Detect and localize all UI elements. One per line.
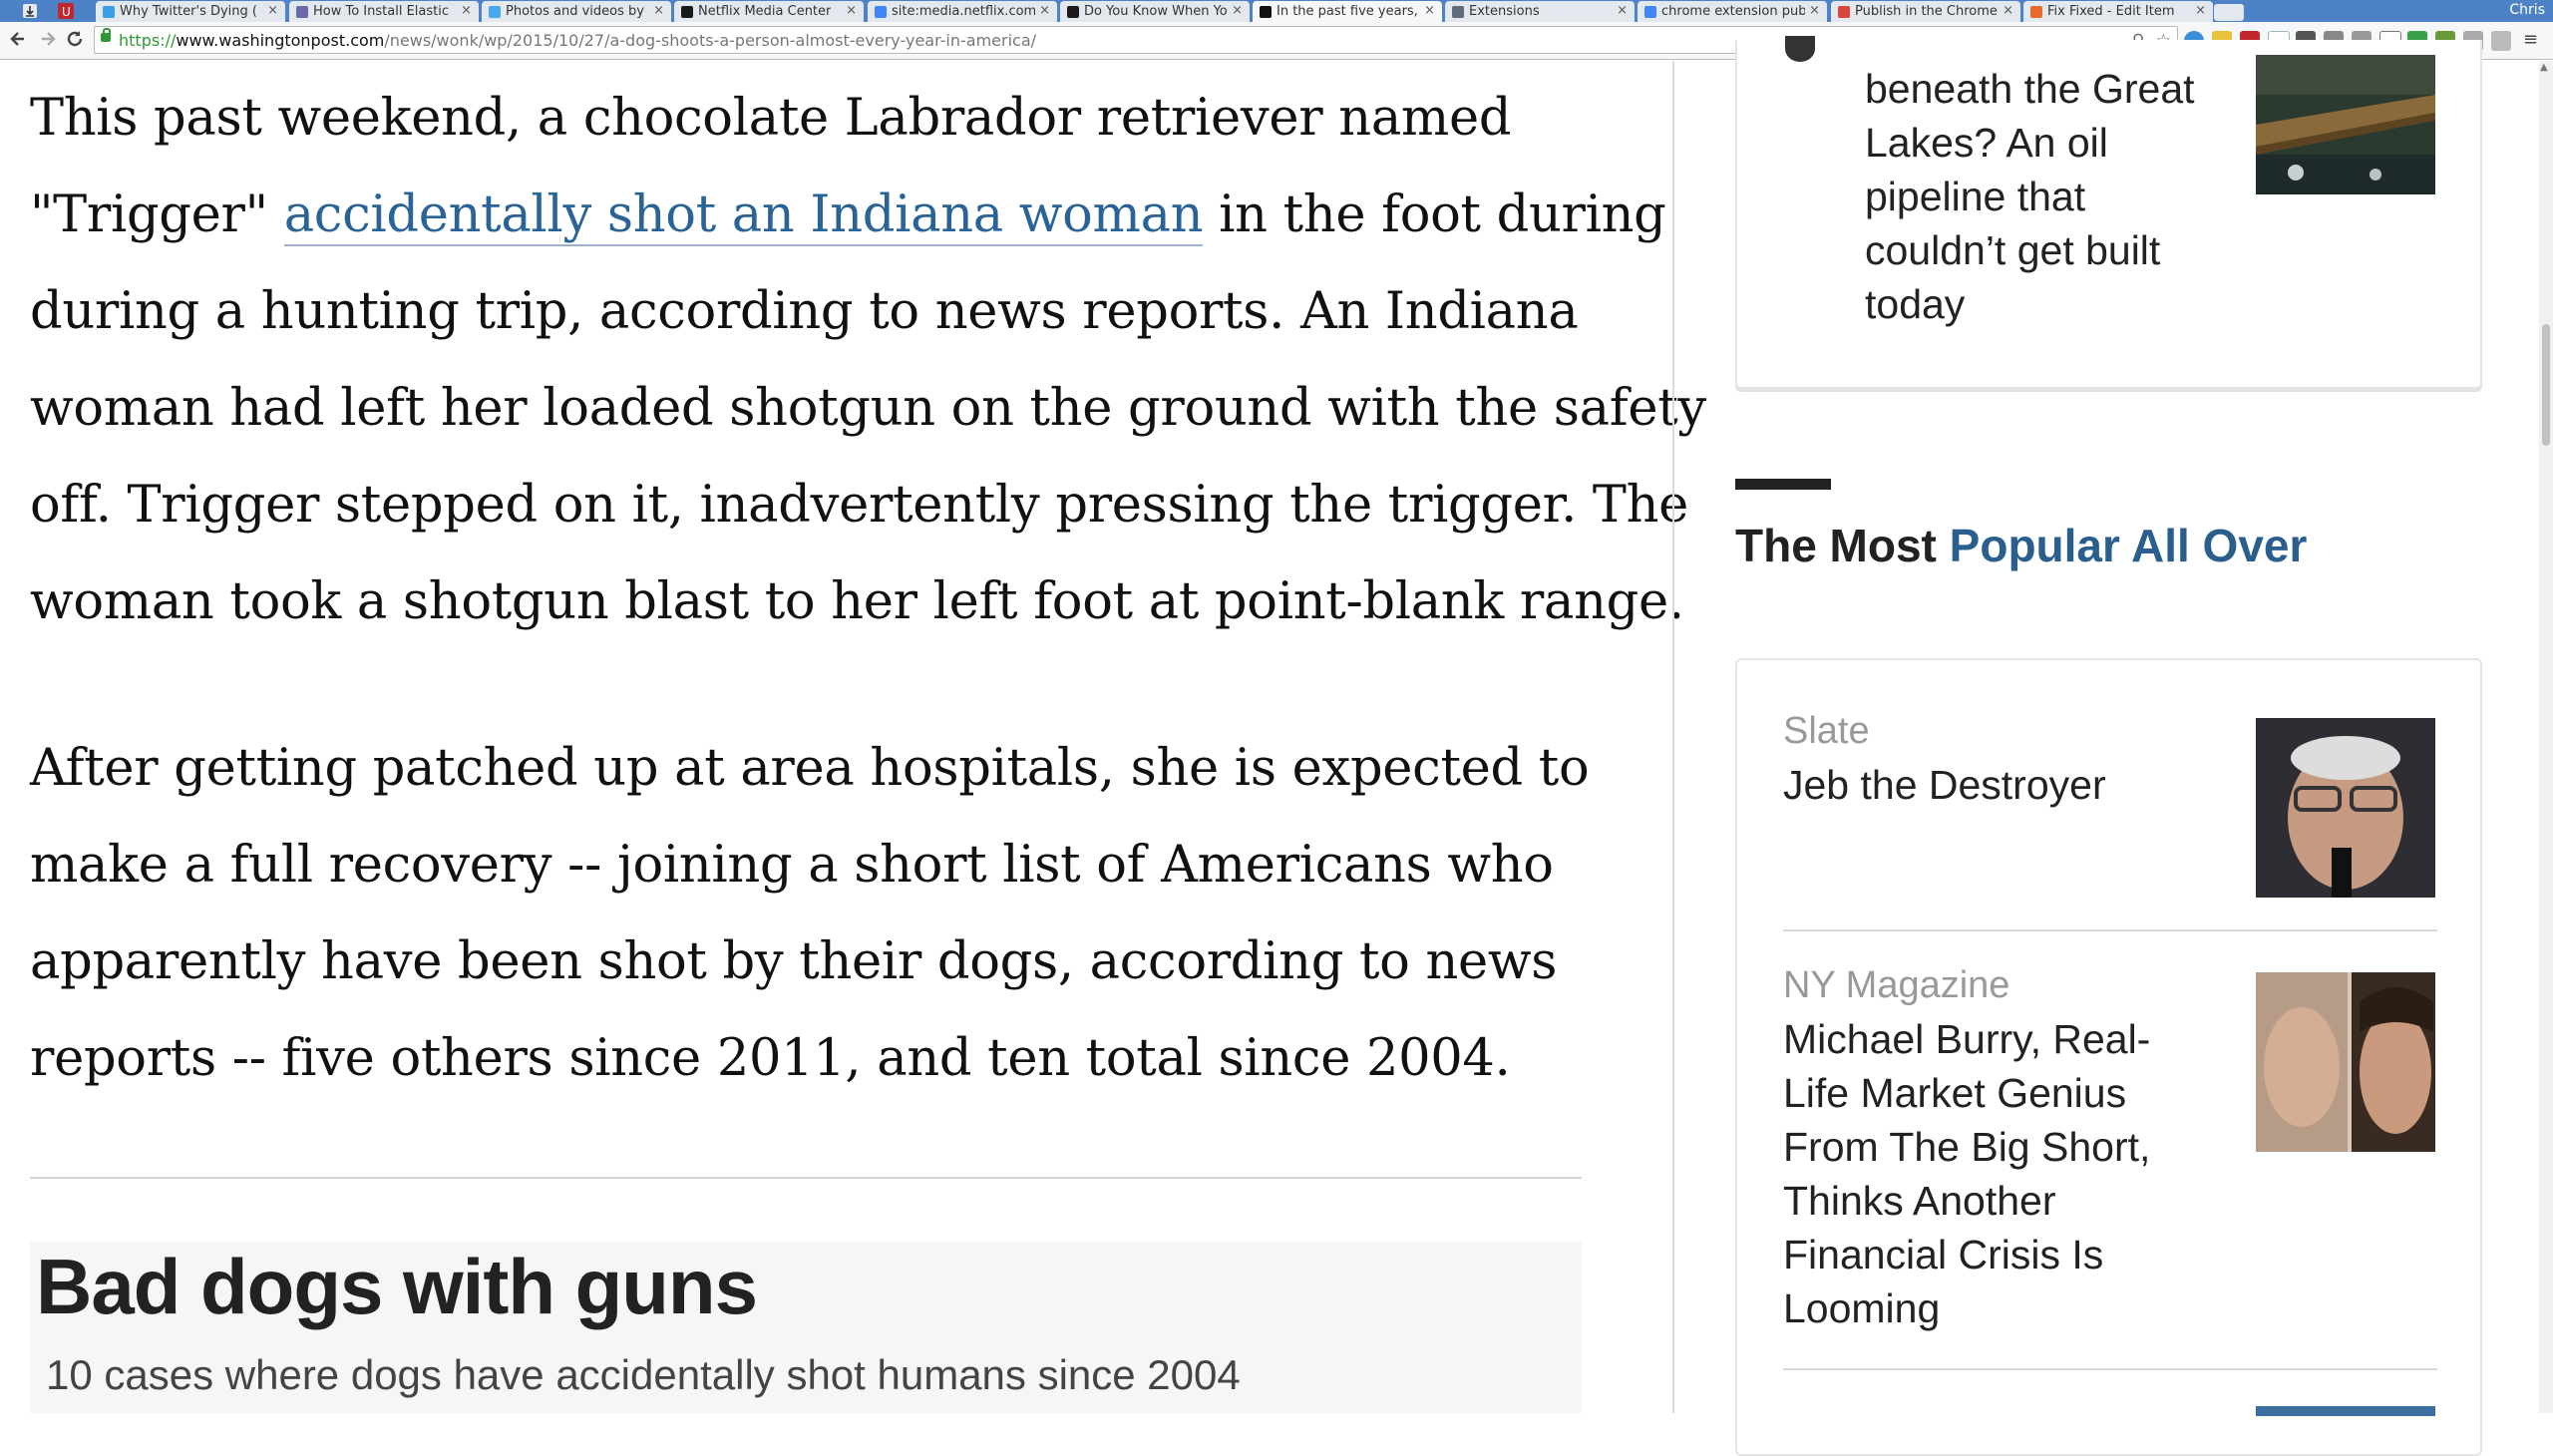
- article-link[interactable]: accidentally shot an Indiana woman: [283, 185, 1204, 246]
- tab-strip: U Why Twitter's Dying (× How To Install E…: [0, 0, 2553, 22]
- url-text[interactable]: https://www.washingtonpost.com/news/wonk…: [119, 31, 1036, 50]
- tab-favicon-icon: [1452, 6, 1464, 18]
- burry-thumbnail[interactable]: [2256, 972, 2435, 1152]
- browser-tab[interactable]: chrome extension pub ×: [1638, 1, 1827, 22]
- tab-favicon-icon: [1838, 6, 1850, 18]
- profile-name[interactable]: Chris: [2509, 2, 2545, 18]
- article-body: This past weekend, a chocolate Labrador …: [30, 70, 1706, 1107]
- tab-close-icon[interactable]: ×: [1039, 3, 1050, 18]
- lock-icon: [101, 28, 111, 42]
- tab-close-icon[interactable]: ×: [1424, 3, 1435, 18]
- browser-tab[interactable]: In the past five years, ×: [1253, 1, 1442, 22]
- scrollbar-thumb[interactable]: [2542, 324, 2550, 446]
- tab-title: chrome extension pub: [1661, 4, 1805, 19]
- ublock-icon[interactable]: U: [56, 2, 78, 22]
- new-tab-button[interactable]: [2214, 4, 2244, 21]
- tab-close-icon[interactable]: ×: [267, 3, 278, 18]
- browser-tab[interactable]: Photos and videos by ×: [482, 1, 671, 22]
- svg-text:U: U: [62, 5, 71, 19]
- browser-tab[interactable]: Publish in the Chrome ×: [1831, 1, 2020, 22]
- column-divider: [1672, 61, 1674, 1413]
- vertical-scrollbar[interactable]: [2539, 61, 2553, 1413]
- tab-favicon-icon: [875, 6, 887, 18]
- story-number-fragment: [1785, 36, 1815, 62]
- tab-title: Do You Know When Yo: [1084, 4, 1228, 19]
- browser-tab[interactable]: Extensions ×: [1445, 1, 1635, 22]
- tab-title: Extensions: [1469, 4, 1540, 19]
- menu-icon[interactable]: ≡: [2523, 29, 2538, 50]
- top-story-card[interactable]: beneath the Great Lakes? An oil pipeline…: [1735, 36, 2482, 389]
- item-title[interactable]: Michael Burry, Real-Life Market Genius F…: [1783, 1012, 2212, 1335]
- tab-title: Why Twitter's Dying (: [120, 4, 257, 19]
- tab-close-icon[interactable]: ×: [1617, 3, 1628, 18]
- graphic-title: Bad dogs with guns: [36, 1243, 758, 1330]
- tab-title: In the past five years,: [1276, 4, 1418, 19]
- tab-title: Photos and videos by: [506, 4, 644, 19]
- tab-close-icon[interactable]: ×: [846, 3, 857, 18]
- section-accent-bar: [1735, 479, 1831, 490]
- tab-favicon-icon: [1260, 6, 1272, 18]
- tab-favicon-icon: [103, 6, 115, 18]
- tab-close-icon[interactable]: ×: [461, 3, 472, 18]
- most-popular-card: Slate Jeb the Destroyer NY Magazine Mich…: [1735, 658, 2482, 1456]
- tab-favicon-icon: [681, 6, 693, 18]
- item-divider: [1783, 1368, 2437, 1370]
- back-button[interactable]: [8, 28, 28, 55]
- tab-close-icon[interactable]: ×: [1809, 3, 1820, 18]
- section-divider: [30, 1177, 1582, 1179]
- scroll-up-arrow[interactable]: ▲: [2540, 62, 2548, 73]
- reload-button[interactable]: [64, 28, 86, 55]
- next-thumbnail-edge: [2256, 1406, 2435, 1416]
- browser-tab[interactable]: Do You Know When Yo ×: [1060, 1, 1250, 22]
- browser-tab[interactable]: Fix Fixed - Edit Item ×: [2023, 1, 2213, 22]
- tab-close-icon[interactable]: ×: [2003, 3, 2013, 18]
- tab-favicon-icon: [489, 6, 501, 18]
- graphic-header: Bad dogs with guns 10 cases where dogs h…: [30, 1242, 1582, 1413]
- tab-close-icon[interactable]: ×: [1232, 3, 1243, 18]
- tab-title: site:media.netflix.com: [892, 4, 1035, 19]
- browser-tab[interactable]: How To Install Elastic ×: [289, 1, 479, 22]
- article-paragraph-2: After getting patched up at area hospita…: [30, 739, 1590, 1088]
- article-paragraph-1: This past weekend, a chocolate Labrador …: [30, 89, 1706, 631]
- item-title[interactable]: Jeb the Destroyer: [1783, 758, 2212, 812]
- tab-favicon-icon: [296, 6, 308, 18]
- forward-button[interactable]: [38, 28, 58, 55]
- item-divider: [1783, 929, 2437, 931]
- tab-close-icon[interactable]: ×: [2195, 3, 2206, 18]
- browser-tab[interactable]: Why Twitter's Dying ( ×: [96, 1, 285, 22]
- extension-icon-12[interactable]: [2491, 31, 2511, 51]
- tab-favicon-icon: [1067, 6, 1079, 18]
- browser-tab[interactable]: site:media.netflix.com ×: [868, 1, 1057, 22]
- jeb-thumbnail[interactable]: [2256, 718, 2435, 898]
- tab-title: Publish in the Chrome: [1855, 4, 1998, 19]
- tab-title: Fix Fixed - Edit Item: [2047, 4, 2175, 19]
- item-source: NY Magazine: [1783, 964, 2010, 1006]
- tab-title: How To Install Elastic: [313, 4, 449, 19]
- most-popular-heading: The Most Popular All Over: [1735, 520, 2308, 571]
- item-source: Slate: [1783, 710, 1870, 752]
- graphic-subtitle: 10 cases where dogs have accidentally sh…: [46, 1351, 1241, 1398]
- browser-tab[interactable]: Netflix Media Center ×: [674, 1, 864, 22]
- tab-favicon-icon: [2030, 6, 2042, 18]
- tab-favicon-icon: [1644, 6, 1656, 18]
- downloads-icon[interactable]: [20, 2, 40, 22]
- tab-title: Netflix Media Center: [698, 4, 832, 19]
- tab-close-icon[interactable]: ×: [653, 3, 664, 18]
- pipeline-thumbnail[interactable]: [2256, 55, 2435, 194]
- top-story-headline[interactable]: beneath the Great Lakes? An oil pipeline…: [1865, 62, 2224, 331]
